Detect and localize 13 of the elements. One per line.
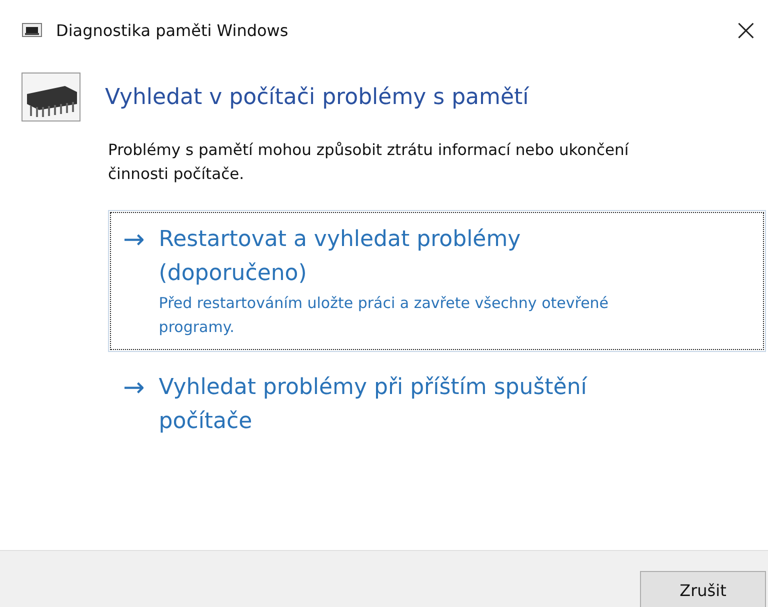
- command-link[interactable]: → Restartovat a vyhledat problémy (doporučeno) Před restartováním uložte práci a zavřete všechny otevřené programy.: [108, 210, 766, 352]
- close-button[interactable]: ×: [726, 10, 766, 50]
- arrow-icon: →: [123, 223, 145, 257]
- cancel-button[interactable]: Zrušit: [640, 571, 766, 607]
- description-text: Problémy s pamětí mohou způsobit ztrátu informací nebo ukončení činnosti počítače.: [108, 140, 630, 185]
- arrow-icon: →: [123, 371, 145, 405]
- memory-chip-icon: [21, 72, 81, 122]
- command-label: Vyhledat problémy při příštím spuštění počítače: [158, 374, 588, 436]
- memory-chip-icon: [22, 23, 42, 37]
- dialog-heading: Vyhledat v počítači problémy s pamětí: [105, 84, 529, 110]
- command-note: Před restartováním uložte práci a zavřete všechny otevřené programy.: [158, 293, 610, 338]
- window-title: Diagnostika paměti Windows: [56, 20, 290, 40]
- command-label: Restartovat a vyhledat problémy (doporučeno): [158, 226, 522, 288]
